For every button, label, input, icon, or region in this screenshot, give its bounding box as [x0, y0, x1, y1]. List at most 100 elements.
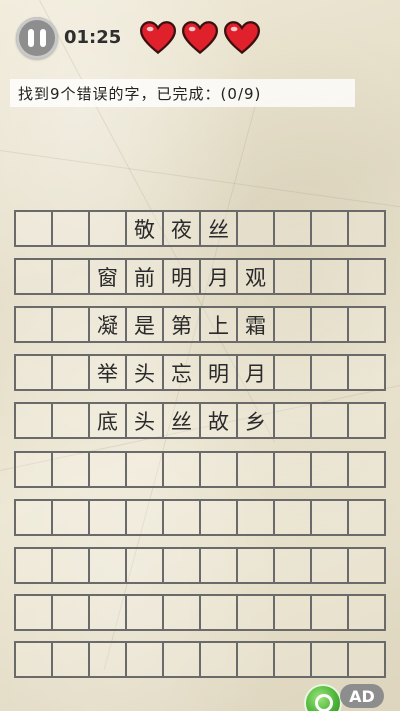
grid-cell-empty — [238, 596, 275, 629]
instruction-bar: 找到9个错误的字，已完成：(0/9) — [10, 79, 355, 107]
pause-icon — [28, 29, 34, 47]
grid-cell-empty — [164, 549, 201, 582]
grid-cell-character[interactable]: 上 — [201, 308, 238, 341]
grid-cell-empty — [349, 356, 384, 389]
grid-cell-empty — [53, 501, 90, 534]
grid-cell-character[interactable]: 敬 — [127, 212, 164, 245]
grid-cell-empty — [90, 643, 127, 676]
grid-cell-character[interactable]: 举 — [90, 356, 127, 389]
grid-cell-empty — [201, 453, 238, 486]
grid-row — [14, 499, 386, 536]
grid-cell-empty — [275, 404, 312, 437]
grid-cell-empty — [349, 643, 384, 676]
grid-cell-empty — [275, 356, 312, 389]
grid-cell-empty — [312, 356, 349, 389]
grid-cell-empty — [90, 212, 127, 245]
grid-cell-character[interactable]: 前 — [127, 260, 164, 293]
grid-cell-empty — [16, 596, 53, 629]
grid-cell-character[interactable]: 凝 — [90, 308, 127, 341]
grid-row: 底头丝故乡 — [14, 402, 386, 439]
magnifier-icon — [315, 694, 333, 711]
grid-cell-empty — [349, 596, 384, 629]
grid-row — [14, 641, 386, 678]
grid-cell-character[interactable]: 霜 — [238, 308, 275, 341]
grid-cell-empty — [349, 549, 384, 582]
grid-cell-character[interactable]: 明 — [164, 260, 201, 293]
grid-cell-empty — [201, 643, 238, 676]
grid-cell-empty — [164, 453, 201, 486]
grid-cell-empty — [53, 212, 90, 245]
grid-cell-empty — [90, 549, 127, 582]
instruction-text: 找到9个错误的字，已完成：(0/9) — [18, 84, 262, 103]
pause-button[interactable] — [16, 17, 58, 59]
grid-cell-empty — [53, 356, 90, 389]
grid-cell-empty — [349, 308, 384, 341]
grid-cell-character[interactable]: 头 — [127, 356, 164, 389]
grid-cell-empty — [53, 643, 90, 676]
grid-cell-character[interactable]: 第 — [164, 308, 201, 341]
grid-cell-empty — [349, 212, 384, 245]
grid-cell-character[interactable]: 故 — [201, 404, 238, 437]
grid-cell-empty — [275, 453, 312, 486]
grid-row: 举头忘明月 — [14, 354, 386, 391]
grid-cell-empty — [238, 453, 275, 486]
grid-cell-empty — [312, 453, 349, 486]
grid-row: 窗前明月观 — [14, 258, 386, 295]
grid-cell-empty — [349, 501, 384, 534]
paper-crease — [0, 150, 400, 210]
grid-cell-empty — [312, 212, 349, 245]
hint-button[interactable] — [306, 686, 340, 711]
grid-cell-character[interactable]: 窗 — [90, 260, 127, 293]
grid-cell-empty — [275, 549, 312, 582]
grid-cell-character[interactable]: 丝 — [201, 212, 238, 245]
grid-cell-empty — [90, 501, 127, 534]
grid-cell-empty — [16, 549, 53, 582]
grid-cell-empty — [349, 453, 384, 486]
grid-cell-character[interactable]: 月 — [238, 356, 275, 389]
grid-row — [14, 451, 386, 488]
grid-cell-empty — [90, 596, 127, 629]
grid-cell-empty — [16, 308, 53, 341]
grid-cell-empty — [164, 596, 201, 629]
grid-row: 敬夜丝 — [14, 210, 386, 247]
grid-cell-empty — [53, 453, 90, 486]
grid-cell-empty — [127, 453, 164, 486]
grid-cell-character[interactable]: 底 — [90, 404, 127, 437]
grid-cell-character[interactable]: 是 — [127, 308, 164, 341]
grid-cell-empty — [238, 643, 275, 676]
grid-cell-character[interactable]: 夜 — [164, 212, 201, 245]
grid-cell-empty — [201, 501, 238, 534]
grid-cell-empty — [312, 596, 349, 629]
grid-cell-character[interactable]: 乡 — [238, 404, 275, 437]
grid-cell-empty — [16, 643, 53, 676]
grid-cell-empty — [312, 549, 349, 582]
lives — [140, 20, 266, 56]
grid-cell-empty — [238, 501, 275, 534]
grid-row — [14, 594, 386, 631]
grid-cell-character[interactable]: 丝 — [164, 404, 201, 437]
grid-cell-empty — [53, 596, 90, 629]
heart-icon — [182, 21, 218, 55]
grid-cell-empty — [16, 260, 53, 293]
ad-badge[interactable]: AD — [340, 684, 384, 708]
grid-cell-empty — [127, 549, 164, 582]
grid-cell-empty — [53, 260, 90, 293]
grid-cell-empty — [275, 596, 312, 629]
grid-cell-character[interactable]: 观 — [238, 260, 275, 293]
grid-cell-character[interactable]: 头 — [127, 404, 164, 437]
grid-cell-empty — [90, 453, 127, 486]
grid-cell-empty — [312, 643, 349, 676]
grid-cell-character[interactable]: 明 — [201, 356, 238, 389]
grid-cell-empty — [275, 308, 312, 341]
grid-cell-empty — [275, 260, 312, 293]
grid-cell-empty — [127, 643, 164, 676]
grid-cell-empty — [238, 549, 275, 582]
timer: 01:25 — [64, 27, 122, 48]
grid-cell-empty — [312, 260, 349, 293]
grid-row — [14, 547, 386, 584]
grid-cell-character[interactable]: 月 — [201, 260, 238, 293]
grid-cell-empty — [53, 308, 90, 341]
grid-cell-empty — [201, 549, 238, 582]
heart-icon — [224, 21, 260, 55]
grid-cell-character[interactable]: 忘 — [164, 356, 201, 389]
